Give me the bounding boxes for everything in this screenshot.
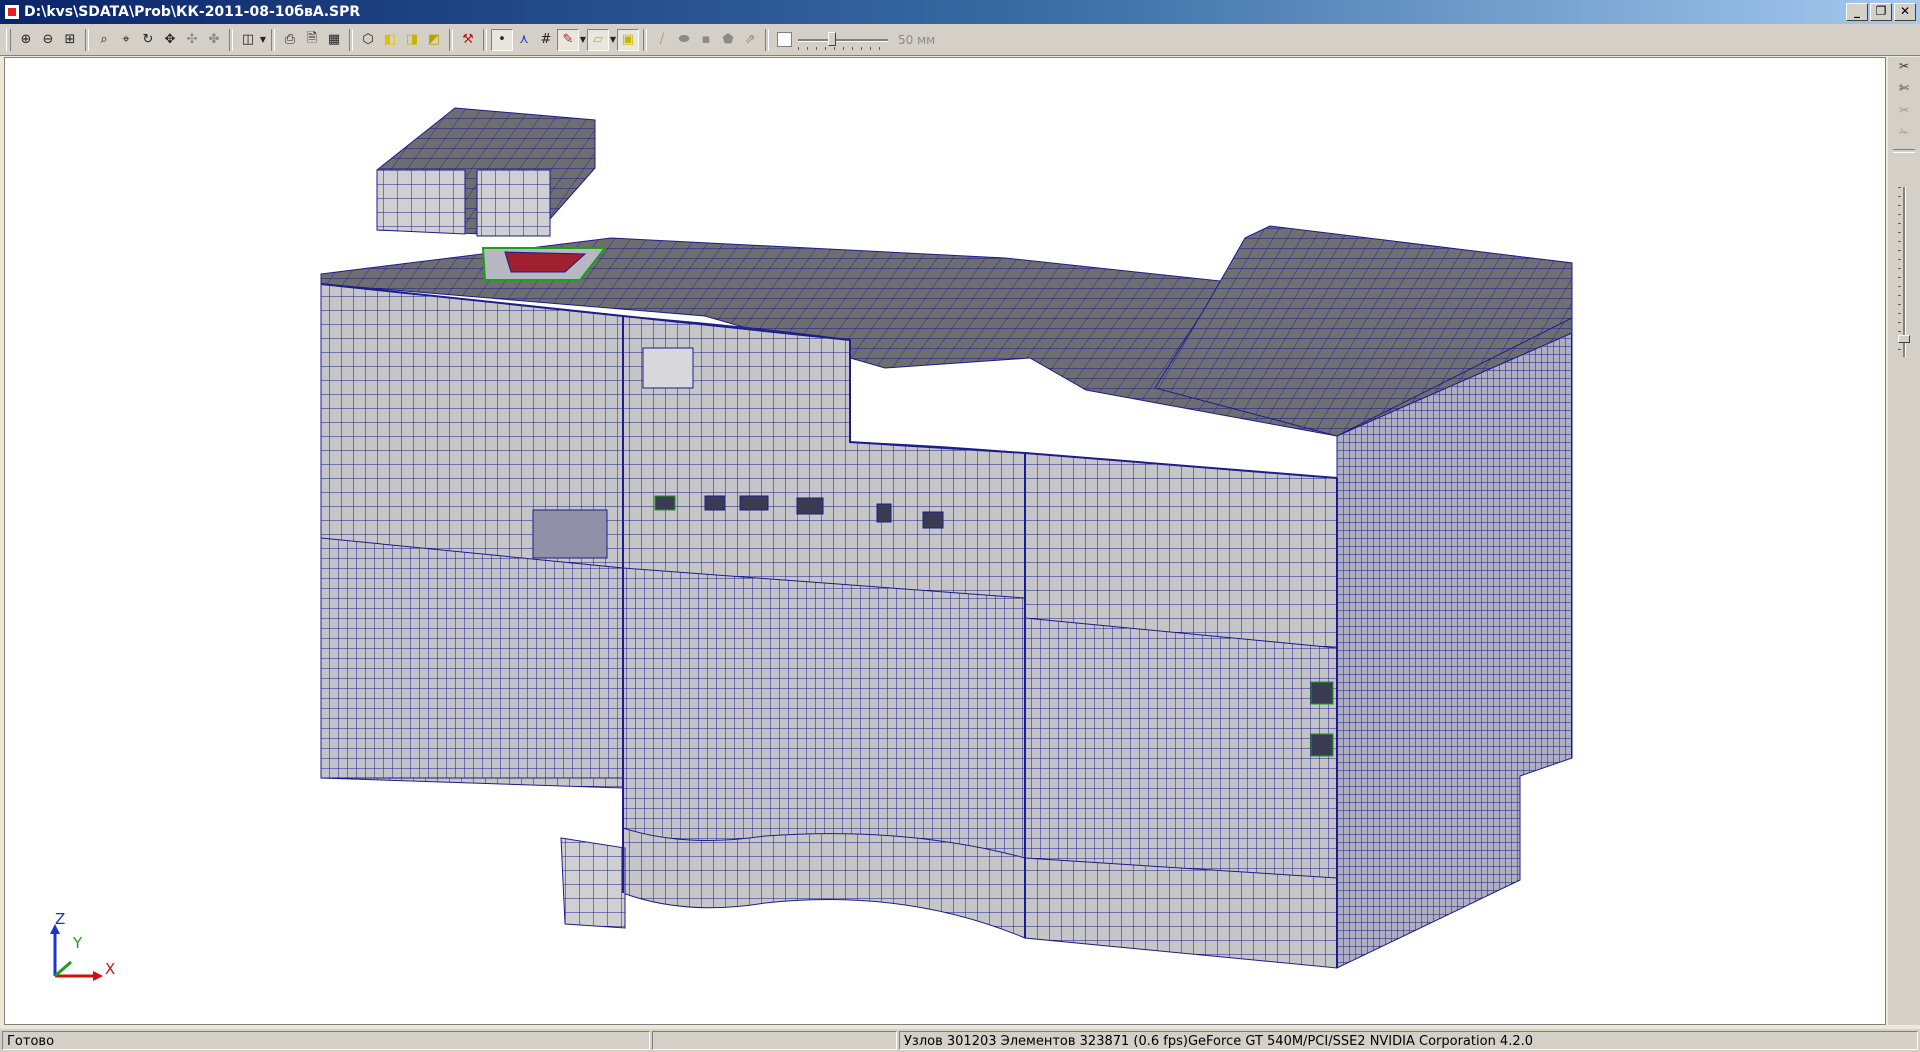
axis-y-label: Y: [73, 934, 83, 952]
central-facade-dense: [622, 567, 1026, 859]
toolbar-separator: [229, 28, 233, 51]
section-c-icon[interactable]: ▪: [695, 29, 717, 51]
fill-dropdown-chevron-icon[interactable]: ▼: [609, 35, 617, 44]
close-button[interactable]: ✕: [1894, 3, 1916, 21]
cut-tool-disabled-icon[interactable]: ✂: [1893, 103, 1915, 123]
main-toolbar: ⊕ ⊖ ⊞ ⌕ ⌖ ↻ ✥ ✣ ✤ ◫ ▼ ⎙ 🗎 ▦ ⬡ ◧ ◨ ◩ ⚒ • …: [0, 24, 1920, 56]
vertical-slider[interactable]: [1898, 187, 1910, 357]
section-b-icon[interactable]: ⬬: [673, 29, 695, 51]
toolbar-separator: [643, 28, 647, 51]
status-blank-panel: [652, 1031, 897, 1050]
cut-tool-off-icon[interactable]: ✁: [1893, 125, 1915, 145]
paint-icon[interactable]: ▣: [617, 28, 639, 51]
slider-value-label: 50 мм: [898, 32, 936, 47]
depth-slider[interactable]: [798, 29, 888, 51]
section-checkbox[interactable]: [777, 32, 792, 47]
toolbar-separator: [271, 28, 275, 51]
vertical-slider-track: [1903, 187, 1906, 357]
slider-track: [798, 38, 888, 42]
cut-tool-icon[interactable]: ✄: [1893, 81, 1915, 101]
calculator-icon[interactable]: ▦: [323, 29, 345, 51]
facade-opening: [922, 511, 944, 529]
shade-solid-icon[interactable]: ◨: [401, 29, 423, 51]
spin-icon[interactable]: ✤: [203, 29, 225, 51]
right-side-facade: [1336, 332, 1573, 969]
right-toolbar: ✂ ✄ ✂ ✁: [1888, 57, 1920, 1025]
facade-opening: [739, 495, 769, 511]
toolbar-grip[interactable]: [6, 28, 11, 51]
facade-opening: [1310, 681, 1334, 705]
window-controls: _ ❐ ✕: [1846, 3, 1916, 21]
fe-model-mesh: [50, 107, 1573, 981]
toolbar-separator: [483, 28, 487, 51]
status-model-info: Узлов 301203 Элементов 323871 (0.6 fps)G…: [899, 1031, 1918, 1050]
toolbar-separator: [765, 28, 769, 51]
section-a-icon[interactable]: ⧸: [651, 29, 673, 51]
shade-yellow-icon[interactable]: ◧: [379, 29, 401, 51]
node-icon[interactable]: •: [491, 28, 513, 51]
model-viewport[interactable]: Z Y X: [4, 57, 1886, 1025]
pan-icon[interactable]: ✥: [159, 29, 181, 51]
title-bar[interactable]: D:\kvs\SDATA\Prob\КК-2011-08-10бвА.SPR _…: [0, 0, 1920, 24]
window-title: D:\kvs\SDATA\Prob\КК-2011-08-10бвА.SPR: [24, 4, 361, 20]
left-facade-dense-band: [320, 537, 624, 779]
cut-icon[interactable]: ✂: [1893, 59, 1915, 79]
app-window: D:\kvs\SDATA\Prob\КК-2011-08-10бвА.SPR _…: [0, 0, 1920, 1052]
facade-opening: [796, 497, 824, 515]
slider-thumb[interactable]: [828, 31, 836, 46]
facade-opening: [704, 495, 726, 511]
slider-ticks: [798, 46, 888, 50]
rotate-icon[interactable]: ↻: [137, 29, 159, 51]
status-bar: Готово Узлов 301203 Элементов 323871 (0.…: [0, 1029, 1920, 1052]
axis-z-label: Z: [55, 910, 66, 928]
section-e-icon[interactable]: ⇗: [739, 29, 761, 51]
vertical-slider-thumb[interactable]: [1898, 335, 1910, 343]
tower-front-left: [376, 169, 466, 235]
lower-podium: [560, 837, 626, 929]
measure-icon[interactable]: ⚒: [457, 29, 479, 51]
shade-full-icon[interactable]: ◩: [423, 29, 445, 51]
facade-opening: [876, 503, 892, 523]
status-ready: Готово: [2, 1031, 650, 1050]
zoom-in-icon[interactable]: ⊕: [15, 29, 37, 51]
right-toolbar-separator: [1893, 149, 1915, 153]
element-icon[interactable]: ⋏: [513, 29, 535, 51]
toolbar-separator: [85, 28, 89, 51]
pen-icon[interactable]: ✎: [557, 28, 579, 51]
facade-opening: [642, 347, 694, 389]
view-cube-icon[interactable]: ◫: [237, 29, 259, 51]
fill-icon[interactable]: ▱: [587, 28, 609, 51]
zoom-out-icon[interactable]: ⊖: [37, 29, 59, 51]
print-icon[interactable]: ⎙: [279, 29, 301, 51]
zoom-window-icon[interactable]: ⌕: [93, 29, 115, 51]
recessed-block-dense: [1024, 617, 1338, 879]
restore-button[interactable]: ❐: [1870, 3, 1892, 21]
mesh-icon[interactable]: #: [535, 29, 557, 51]
tower-front-right: [476, 169, 551, 237]
facade-opening: [654, 495, 676, 511]
facade-opening: [532, 509, 608, 559]
vertical-slider-ticks: [1898, 187, 1901, 357]
wireframe-icon[interactable]: ⬡: [357, 29, 379, 51]
facade-opening: [1310, 733, 1334, 757]
toolbar-separator: [449, 28, 453, 51]
print-preview-icon[interactable]: 🗎: [301, 29, 323, 51]
axis-x-label: X: [105, 960, 116, 978]
zoom-dynamic-icon[interactable]: ⌖: [115, 29, 137, 51]
section-d-icon[interactable]: ⬟: [717, 29, 739, 51]
orbit-icon[interactable]: ✣: [181, 29, 203, 51]
toolbar-separator: [349, 28, 353, 51]
minimize-button[interactable]: _: [1846, 3, 1868, 21]
view-dropdown-chevron-icon[interactable]: ▼: [259, 35, 267, 44]
pen-dropdown-chevron-icon[interactable]: ▼: [579, 35, 587, 44]
app-icon[interactable]: [4, 4, 20, 20]
zoom-fit-icon[interactable]: ⊞: [59, 29, 81, 51]
axis-triad: Z Y X: [45, 910, 135, 990]
